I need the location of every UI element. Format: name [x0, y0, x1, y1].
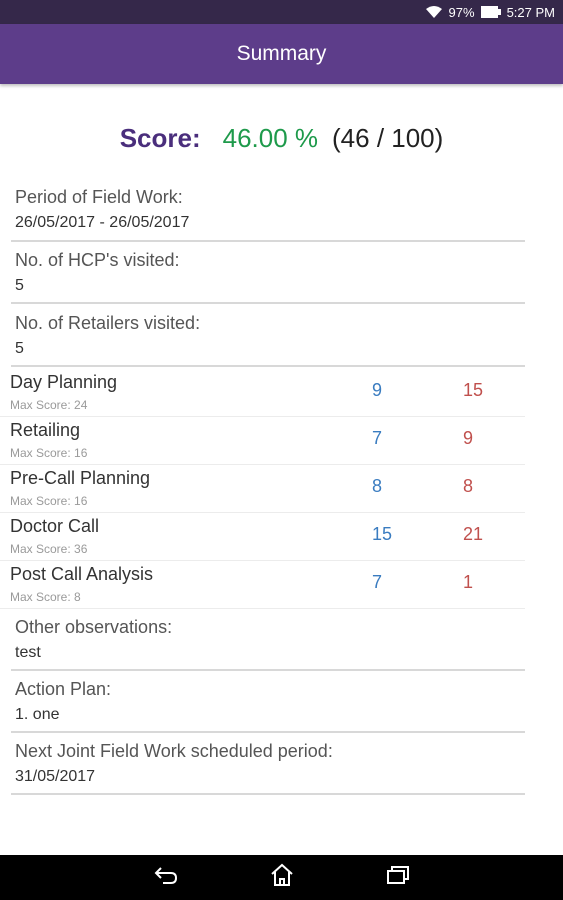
score-ratio: (46 / 100) [332, 122, 444, 153]
action-plan-value: 1. one [15, 706, 60, 723]
app-bar: Summary [0, 24, 563, 84]
category-value: 15 [463, 380, 484, 400]
status-time: 5:27 PM [506, 4, 555, 20]
period-label: Period of Field Work: [15, 187, 183, 207]
next-period-label: Next Joint Field Work scheduled period: [15, 741, 333, 761]
score-summary: Score: 46.00 % (46 / 100) [0, 118, 563, 158]
category-value: 1 [463, 572, 474, 592]
category-max-score: Max Score: 36 [10, 542, 88, 556]
category-value: 9 [463, 428, 474, 448]
category-row-day-planning: Day Planning Max Score: 24 9 15 [0, 368, 525, 417]
back-button[interactable] [142, 855, 190, 900]
battery-icon [480, 6, 501, 18]
category-max-score: Max Score: 24 [10, 398, 88, 412]
observations-label: Other observations: [15, 617, 173, 637]
action-plan: Action Plan: 1. one [11, 678, 525, 733]
status-bar: 97% 5:27 PM [0, 0, 563, 24]
category-value: 21 [463, 524, 484, 544]
category-value: 8 [463, 476, 474, 496]
period-of-field-work: Period of Field Work: 26/05/2017 - 26/05… [11, 186, 525, 242]
recent-apps-button[interactable] [374, 855, 422, 900]
category-max-score: Max Score: 16 [10, 494, 88, 508]
other-observations: Other observations: test [11, 616, 525, 671]
category-name: Day Planning [10, 372, 118, 392]
category-row-post-call-analysis: Post Call Analysis Max Score: 8 7 1 [0, 560, 525, 609]
category-name: Retailing [10, 420, 81, 440]
hcp-visited: No. of HCP's visited: 5 [11, 249, 525, 304]
retailers-label: No. of Retailers visited: [15, 313, 201, 333]
home-button[interactable] [258, 855, 306, 900]
category-name: Pre-Call Planning [10, 468, 151, 488]
hcp-value: 5 [15, 277, 24, 294]
category-name: Post Call Analysis [10, 564, 154, 584]
category-name: Doctor Call [10, 516, 100, 536]
category-score: 9 [372, 380, 383, 400]
recent-apps-icon [385, 864, 411, 891]
category-score: 8 [372, 476, 383, 496]
category-score: 7 [372, 428, 383, 448]
category-score: 15 [372, 524, 393, 544]
category-row-doctor-call: Doctor Call Max Score: 36 15 21 [0, 512, 525, 561]
next-period-value: 31/05/2017 [15, 768, 96, 785]
back-icon [153, 864, 179, 891]
next-joint-field-work: Next Joint Field Work scheduled period: … [11, 740, 525, 795]
navigation-bar [0, 855, 563, 900]
battery-percent: 97% [448, 4, 475, 20]
category-row-retailing: Retailing Max Score: 16 7 9 [0, 416, 525, 465]
period-value: 26/05/2017 - 26/05/2017 [15, 214, 190, 231]
retailers-visited: No. of Retailers visited: 5 [11, 312, 525, 367]
observations-value: test [15, 644, 41, 661]
action-plan-label: Action Plan: [15, 679, 112, 699]
category-max-score: Max Score: 8 [10, 590, 81, 604]
home-icon [269, 863, 295, 892]
category-score: 7 [372, 572, 383, 592]
category-row-pre-call-planning: Pre-Call Planning Max Score: 16 8 8 [0, 464, 525, 513]
retailers-value: 5 [15, 340, 24, 357]
category-max-score: Max Score: 16 [10, 446, 88, 460]
score-label: Score: [119, 122, 201, 153]
hcp-label: No. of HCP's visited: [15, 250, 180, 270]
page-title: Summary [236, 42, 327, 65]
score-percent: 46.00 % [222, 122, 319, 153]
wifi-icon [425, 5, 443, 19]
